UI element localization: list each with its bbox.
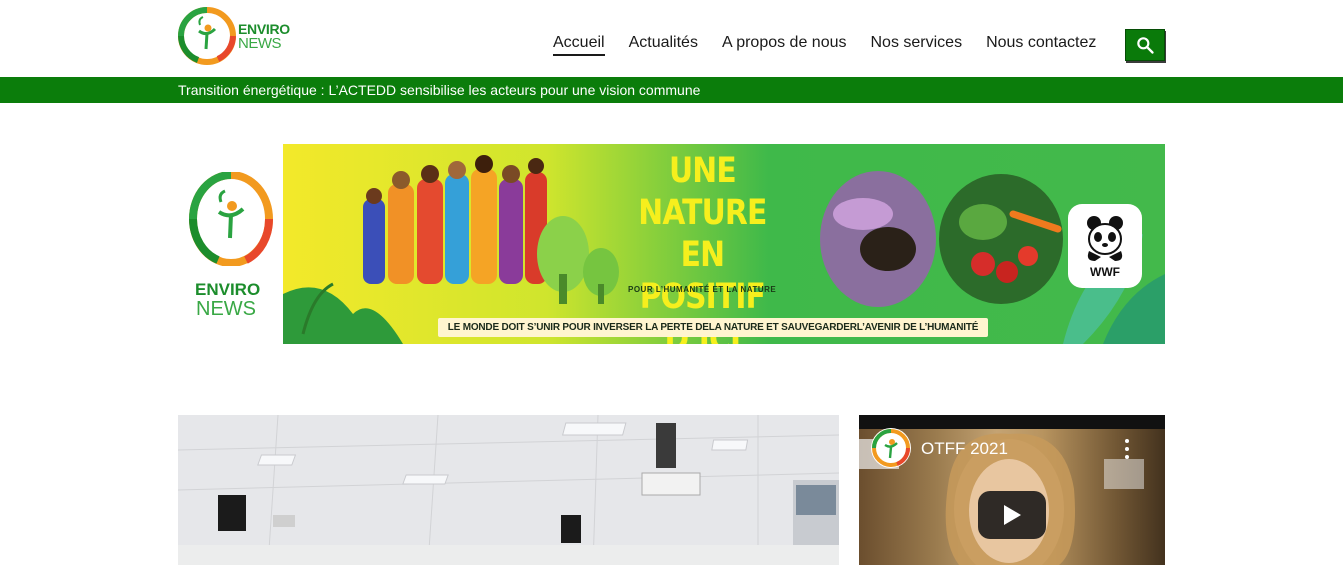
banner-logo-news: NEWS xyxy=(196,298,256,320)
featured-article-image[interactable] xyxy=(178,415,839,565)
banner-strip: LE MONDE DOIT S’UNIR POUR INVERSER LA PE… xyxy=(438,318,988,337)
banner-artwork: UNE NATURE EN POSITIF D’ICI 2030 POUR L’… xyxy=(283,144,1165,344)
play-button[interactable] xyxy=(978,491,1046,539)
banner-title: UNE NATURE EN POSITIF D’ICI 2030 xyxy=(628,150,777,344)
logo-enviro-text: ENVIRO xyxy=(238,20,290,37)
main-nav: Accueil Actualités A propos de nous Nos … xyxy=(553,34,1120,56)
play-icon xyxy=(1004,505,1021,525)
logo-text: ENVIRO NEWS xyxy=(238,22,290,51)
ad-banner[interactable]: ENVIRO NEWS UNE NATURE EN POSITIF POUR L… xyxy=(178,144,1165,344)
panda-icon xyxy=(1087,216,1123,261)
video-more-menu-icon[interactable] xyxy=(1123,439,1131,459)
nav-item-nos-services[interactable]: Nos services xyxy=(871,34,963,56)
banner-title-line-1: UNE NATURE xyxy=(638,151,767,233)
video-title[interactable]: OTFF 2021 xyxy=(921,439,1008,459)
ticker-headline-link[interactable]: Transition énergétique : L’ACTEDD sensib… xyxy=(178,82,700,98)
logo-mark-icon xyxy=(178,7,236,65)
nav-item-accueil[interactable]: Accueil xyxy=(553,34,605,56)
search-button[interactable] xyxy=(1125,29,1165,61)
nav-item-nous-contactez[interactable]: Nous contactez xyxy=(986,34,1096,56)
news-ticker: Transition énergétique : L’ACTEDD sensib… xyxy=(0,77,1343,103)
banner-logo-enviro: ENVIRO xyxy=(195,280,261,299)
wwf-label: WWF xyxy=(1090,265,1120,279)
site-header: ENVIRO NEWS Accueil Actualités A propos … xyxy=(0,0,1343,77)
banner-subtitle: POUR L’HUMANITÉ ET LA NATURE xyxy=(628,285,777,294)
channel-avatar[interactable] xyxy=(871,428,911,468)
banner-logo: ENVIRO NEWS xyxy=(178,144,283,344)
banner-title-line-2: EN POSITIF xyxy=(639,235,766,317)
logo-news-text: NEWS xyxy=(238,34,281,52)
video-embed[interactable]: OTFF 2021 xyxy=(859,415,1165,565)
banner-strip-text: LE MONDE DOIT S’UNIR POUR INVERSER LA PE… xyxy=(447,322,979,333)
search-icon xyxy=(1137,37,1154,54)
banner-logo-mark-icon xyxy=(189,172,274,266)
nav-item-a-propos[interactable]: A propos de nous xyxy=(722,34,847,56)
channel-logo-icon xyxy=(872,429,911,467)
room-photo xyxy=(178,415,839,565)
nav-item-actualites[interactable]: Actualités xyxy=(629,34,698,56)
site-logo[interactable]: ENVIRO NEWS xyxy=(178,7,290,65)
wwf-logo: WWF xyxy=(1068,204,1142,288)
